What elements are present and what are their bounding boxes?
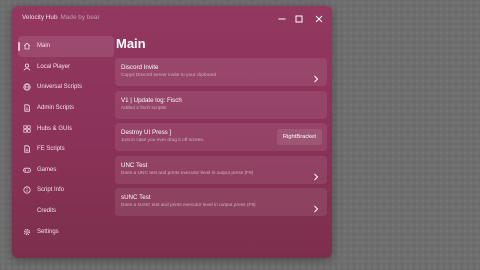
card-description: Does a sUNC test and prints executor lev…	[121, 203, 256, 209]
maximize-button[interactable]	[292, 12, 306, 26]
app-name: Velocity Hub	[22, 14, 58, 21]
app-title: Velocity Hub Made by bear	[22, 14, 100, 21]
discord-invite-button[interactable]: Discord Invite Copys Discord server invi…	[115, 58, 327, 86]
sidebar-item-fe-scripts[interactable]: FE Scripts	[18, 139, 114, 160]
chevron-right-icon	[313, 166, 319, 181]
chevron-right-icon	[313, 68, 319, 83]
sidebar-item-universal-scripts[interactable]: Universal Scripts	[18, 77, 114, 98]
user-icon	[23, 63, 31, 71]
sidebar-item-credits[interactable]: Credits	[18, 201, 114, 222]
title-bar[interactable]: Velocity Hub Made by bear	[12, 6, 332, 32]
sidebar-item-script-info[interactable]: Script Info	[18, 180, 114, 201]
card-title: sUNC Test	[121, 194, 151, 202]
gamepad-icon	[23, 166, 31, 174]
maximize-icon	[295, 15, 303, 23]
document-icon	[23, 104, 31, 112]
main-panel: Main Discord Invite Copys Discord server…	[115, 36, 327, 221]
document-icon	[23, 145, 31, 153]
card-title: Discord Invite	[121, 64, 159, 71]
card-title: V1 | Update log: Fisch	[121, 96, 182, 104]
keybind-button[interactable]: RightBracket	[276, 129, 322, 146]
close-button[interactable]	[312, 12, 326, 26]
sidebar-item-games[interactable]: Games	[18, 160, 114, 181]
sidebar-item-label: Hubs & GUIs	[37, 125, 73, 132]
sidebar-item-label: Script Info	[37, 187, 65, 194]
sidebar-item-label: FE Scripts	[37, 146, 65, 153]
home-icon	[23, 42, 31, 50]
sidebar-item-label: Main	[37, 43, 51, 50]
destroy-ui-keybind[interactable]: Destroy UI Press ] Just in case you ever…	[115, 123, 327, 152]
card-description: Added 2 fisch scripts!	[121, 105, 167, 111]
sidebar-item-label: Settings	[37, 228, 59, 235]
sidebar-item-label: Games	[37, 166, 57, 173]
sidebar-item-main[interactable]: Main	[18, 36, 114, 57]
sidebar-item-settings[interactable]: Settings	[18, 221, 114, 242]
sidebar-item-label: Universal Scripts	[37, 84, 83, 91]
page-title: Main	[116, 36, 146, 51]
sidebar-item-label: Credits	[37, 208, 57, 215]
sidebar-item-label: Admin Scripts	[37, 105, 75, 112]
chevron-right-icon	[313, 198, 319, 213]
card-title: UNC Test	[121, 161, 148, 169]
card-description: Copys Discord server invite to your clip…	[121, 73, 217, 78]
minimize-icon	[278, 18, 286, 20]
card-description: Does a UNC test and prints executor leve…	[121, 170, 254, 176]
sidebar-item-label: Local Player	[37, 63, 71, 70]
app-window: Velocity Hub Made by bear Main Local Play…	[12, 6, 332, 258]
globe-icon	[23, 83, 31, 92]
sidebar: Main Local Player Universal Scripts Admi…	[18, 36, 114, 242]
grid-icon	[23, 125, 31, 133]
sidebar-item-local-player[interactable]: Local Player	[18, 57, 114, 78]
sidebar-item-admin-scripts[interactable]: Admin Scripts	[18, 98, 114, 119]
update-log-paragraph: V1 | Update log: Fisch Added 2 fisch scr…	[115, 90, 327, 119]
sunc-test-button[interactable]: sUNC Test Does a sUNC test and prints ex…	[115, 188, 327, 217]
gear-icon	[23, 228, 31, 236]
info-icon	[23, 186, 31, 195]
close-icon	[315, 15, 323, 23]
minimize-button[interactable]	[275, 12, 289, 26]
app-subtitle: Made by bear	[60, 14, 100, 21]
sidebar-item-hubs-guis[interactable]: Hubs & GUIs	[18, 118, 114, 139]
unc-test-button[interactable]: UNC Test Does a UNC test and prints exec…	[115, 155, 327, 184]
